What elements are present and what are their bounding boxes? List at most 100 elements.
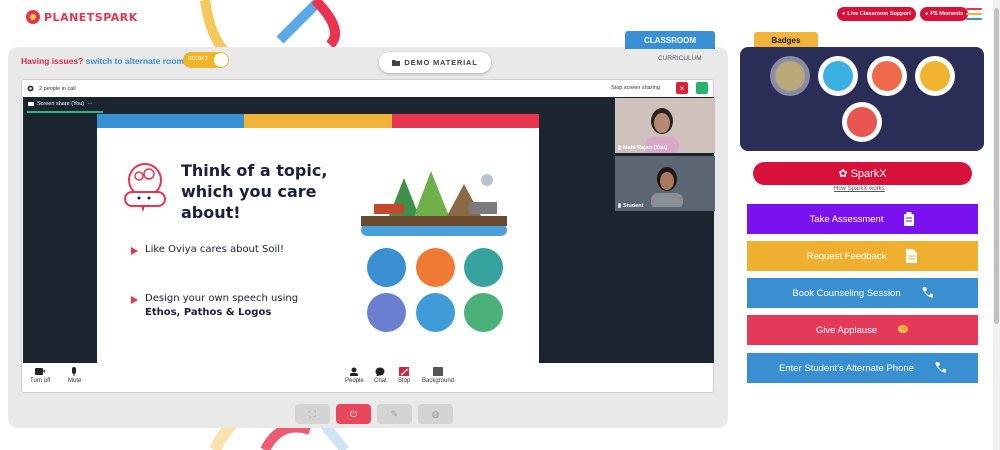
close-icon[interactable]: × [676,82,688,94]
bullet-2-text: Design your own speech using [145,293,299,304]
support-icon: ● [842,11,846,17]
page-scrollbar[interactable] [993,0,1000,450]
clap-icon [898,325,909,333]
give-applause-button[interactable]: Give Applause [747,315,978,345]
people-label: People [345,378,364,384]
background-label: Background [422,378,455,384]
chat-button[interactable]: Chat [374,367,387,384]
microphone-icon [71,367,76,376]
robot-badge-icon[interactable] [842,102,882,142]
palette-icon[interactable]: ◍ [418,404,453,424]
trophy-badge-icon[interactable] [770,56,810,96]
badges-panel [740,47,984,151]
demo-material-label: DEMO MATERIAL [404,58,478,67]
people-button[interactable]: People [345,367,364,384]
toggle-knob [214,53,228,67]
people-icon [350,367,359,376]
book-counseling-session-button[interactable]: Book Counseling Session [747,278,978,308]
stop-share-button[interactable]: Stop [398,367,410,384]
room-toggle-label: ROOM 2 [188,56,208,62]
mic-icon: ▮ [618,203,622,209]
mic-icon: ▮ [618,145,622,151]
participant-video-tile[interactable]: ▮ Mahi Rajan (You) [615,98,715,153]
turn-off-label: Turn off [30,378,51,384]
stop-screen-sharing-label[interactable]: Stop screen sharing [611,85,660,91]
book-counseling-label: Book Counseling Session [792,287,901,299]
settings-gear-icon[interactable] [27,85,34,92]
ps-moments-button[interactable]: ● PS Moments [920,7,969,21]
stop-label: Stop [398,378,411,384]
take-assessment-button[interactable]: Take Assessment [747,204,978,234]
logo-icon [26,10,40,24]
screen-share-tab[interactable]: Screen share (You) ··· [28,101,93,107]
moments-icon: ● [925,11,929,17]
logo-text: PLANETSPARK [44,10,138,24]
people-in-call-count: 2 people in call [39,85,76,92]
more-icon[interactable]: ··· [87,101,93,107]
live-support-label: Live Classroom Support [847,11,911,17]
tower-topic-icon [464,248,503,287]
camera-icon [35,368,46,375]
alternate-room-link[interactable]: switch to alternate room [86,56,184,66]
tab-classroom[interactable]: CLASSROOM [625,31,715,49]
student-name: Student [623,203,644,209]
student-avatar [651,167,683,207]
factory-topic-icon [367,293,406,332]
badges-tab[interactable]: Badges [754,32,818,48]
camera-toggle-button[interactable]: Turn off [30,367,50,384]
brain-mascot-icon [124,163,166,212]
how-sparkx-works-link[interactable]: How SparkX works [834,186,885,192]
pencil-icon[interactable]: ✎ [377,404,412,424]
shared-slide: Think of a topic, which you care about! … [97,114,539,363]
demo-material-button[interactable]: DEMO MATERIAL [379,52,491,73]
bottom-controls: ⛶ ⏻ ✎ ◍ [295,404,453,424]
screen-icon [28,101,34,106]
mute-button[interactable]: Mute [68,367,81,384]
fullscreen-icon[interactable]: ⛶ [295,404,330,424]
tab-curriculum[interactable]: CURRICULUM [658,55,702,62]
meeting-top-bar: 2 people in call [22,80,713,97]
live-classroom-support-button[interactable]: ● Live Classroom Support [837,7,916,21]
document-icon [906,249,918,263]
chat-label: Chat [374,378,387,384]
enter-alternate-phone-button[interactable]: Enter Student's Alternate Phone [747,353,978,383]
room-toggle[interactable]: ROOM 2 [183,52,229,68]
scrollbar-thumb[interactable] [994,8,999,324]
screen-share-label: Screen share (You) [37,101,85,107]
ps-moments-label: PS Moments [930,11,964,17]
share-screen-icon[interactable] [696,82,708,94]
request-feedback-label: Request Feedback [806,250,887,262]
sparkx-icon: ✿ [838,168,848,180]
participant-name: Mahi Rajan (You) [623,145,668,151]
power-icon[interactable]: ⏻ [336,404,371,424]
meeting-toolbar: Turn off Mute People Chat Stop Backgroun… [22,363,713,393]
ecosystem-illustration [361,171,507,236]
sparkx-label: SparkX [850,167,887,180]
planetspark-logo[interactable]: PLANETSPARK [26,10,138,24]
person-badge-icon[interactable] [818,56,858,96]
take-assessment-label: Take Assessment [809,213,884,225]
slide-color-bars [97,114,539,128]
hill-topic-icon [464,293,503,332]
water-topic-icon [367,248,406,287]
yoga-badge-icon[interactable] [867,56,907,96]
bullet-2-bold: Ethos, Pathos & Logos [145,307,272,318]
globe-topic-icon [416,293,455,332]
meeting-window: 2 people in call Stop screen sharing × S… [21,79,715,393]
sparkx-button[interactable]: ✿ SparkX [753,162,972,185]
student-video-tile[interactable]: ▮ Student [615,156,715,211]
issues-text: Having issues? [21,56,84,66]
hamburger-menu-icon[interactable] [966,8,982,23]
phone-icon [922,287,933,298]
alternate-phone-label: Enter Student's Alternate Phone [779,362,914,374]
give-applause-label: Give Applause [815,324,878,336]
stop-share-icon [399,367,410,376]
chat-icon [375,367,385,376]
dam-topic-icon [416,248,455,287]
background-icon [433,367,444,376]
slide-bullet-2: Design your own speech using Ethos, Path… [131,292,335,320]
request-feedback-button[interactable]: Request Feedback [747,241,978,271]
tab-underline [27,111,103,113]
idea-badge-icon[interactable] [915,56,955,96]
background-button[interactable]: Background [422,367,454,384]
